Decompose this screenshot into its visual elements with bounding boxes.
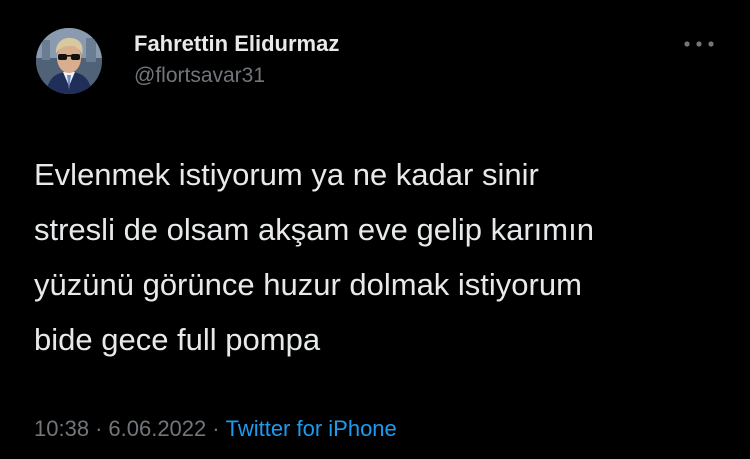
more-options-icon[interactable]	[682, 38, 716, 50]
author-handle[interactable]: @flortsavar31	[134, 64, 265, 88]
tweet-date[interactable]: 6.06.2022	[108, 416, 206, 441]
tweet-time[interactable]: 10:38	[34, 416, 89, 441]
author-display-name[interactable]: Fahrettin Elidurmaz	[134, 31, 339, 57]
tweet-text: Evlenmek istiyorum ya ne kadar sinir str…	[34, 157, 594, 357]
separator-dot: ·	[212, 416, 220, 441]
tweet-metadata: 10:38 · 6.06.2022 · Twitter for iPhone	[34, 416, 397, 442]
tweet-source-link[interactable]: Twitter for iPhone	[226, 416, 397, 441]
avatar[interactable]	[36, 28, 102, 94]
separator-dot: ·	[95, 416, 103, 441]
tweet-card: Fahrettin Elidurmaz @flortsavar31 Evlenm…	[0, 0, 750, 459]
profile-photo-icon	[36, 28, 102, 94]
